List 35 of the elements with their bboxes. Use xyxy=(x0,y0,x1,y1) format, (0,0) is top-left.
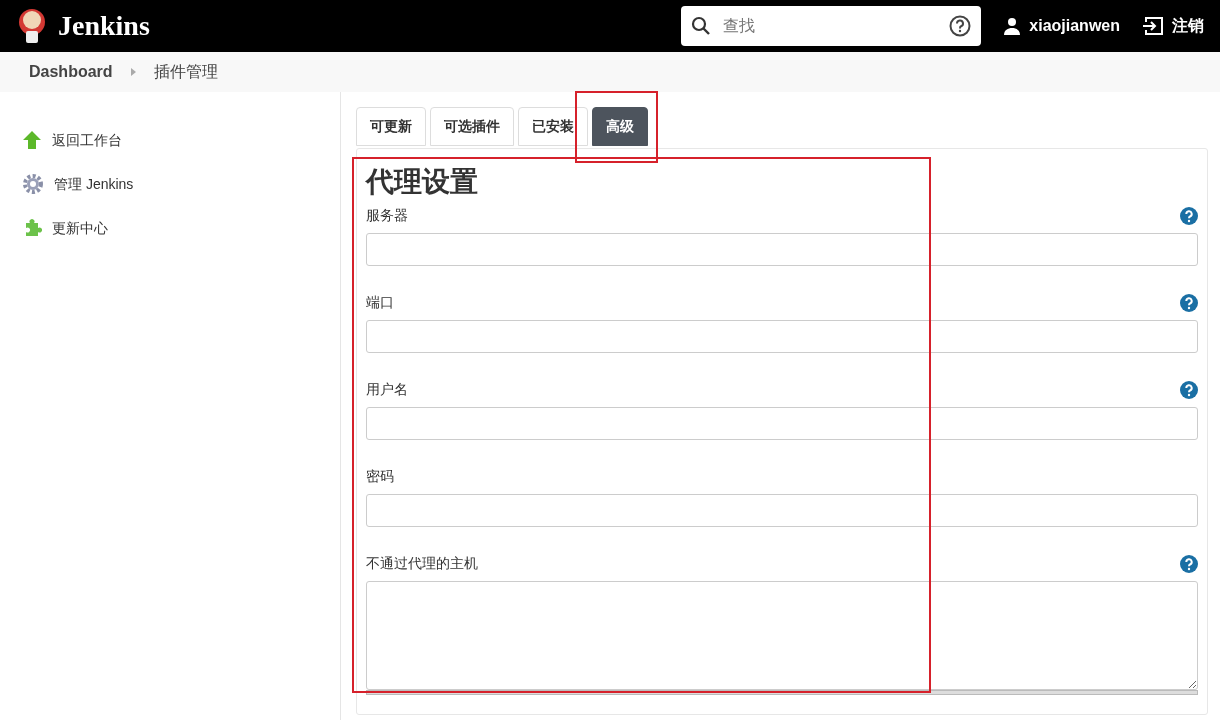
field-label: 端口 xyxy=(366,293,394,313)
help-icon[interactable] xyxy=(949,15,972,37)
sidebar-link[interactable]: 管理 Jenkins xyxy=(0,162,340,206)
tab[interactable]: 已安装 xyxy=(518,107,588,146)
logout-link[interactable]: 注销 xyxy=(1142,14,1204,38)
breadcrumb-link[interactable]: Dashboard xyxy=(29,60,113,84)
user-icon xyxy=(1003,17,1022,35)
sidebar-link[interactable]: 返回工作台 xyxy=(0,118,340,162)
input-field[interactable] xyxy=(366,319,1198,353)
tab[interactable]: 可选插件 xyxy=(430,107,514,146)
sidebar-link[interactable]: 更新中心 xyxy=(0,206,340,250)
field-label: 不通过代理的主机 xyxy=(366,554,478,574)
field-label: 用户名 xyxy=(366,380,408,400)
help-icon[interactable] xyxy=(1180,554,1198,573)
logout-icon xyxy=(1142,16,1164,36)
tab[interactable]: 可更新 xyxy=(356,107,426,146)
help-icon[interactable] xyxy=(1180,293,1198,312)
jenkins-logo-icon xyxy=(18,7,46,45)
input-field[interactable] xyxy=(366,406,1198,440)
input-field[interactable] xyxy=(366,232,1198,266)
field-label: 密码 xyxy=(366,467,394,487)
field-label: 服务器 xyxy=(366,206,408,226)
section-title: 代理设置 xyxy=(366,165,479,199)
chevron-icon xyxy=(130,68,136,76)
search-icon xyxy=(691,16,712,36)
input-field[interactable] xyxy=(366,493,1198,527)
help-icon[interactable] xyxy=(1180,206,1198,225)
search-bar[interactable]: 查找 xyxy=(681,6,982,46)
tab[interactable]: 高级 xyxy=(592,107,648,146)
user-link[interactable]: xiaojianwen xyxy=(1003,14,1120,38)
gear-icon xyxy=(22,173,44,195)
breadcrumb-link[interactable]: 插件管理 xyxy=(153,60,218,84)
brand-name[interactable]: Jenkins xyxy=(58,5,150,47)
up-arrow-icon xyxy=(22,130,42,150)
help-icon[interactable] xyxy=(1180,380,1198,399)
